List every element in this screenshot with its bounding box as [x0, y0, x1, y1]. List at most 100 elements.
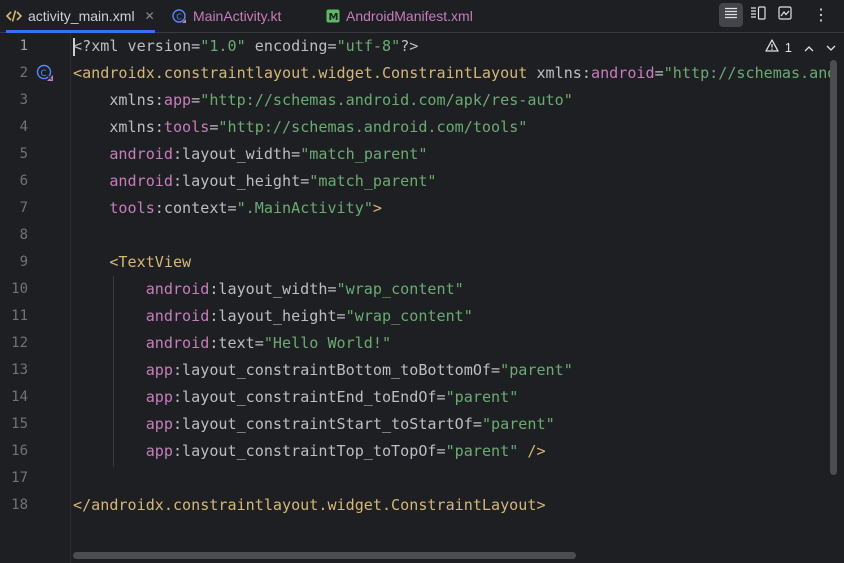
previous-highlight-icon[interactable] — [804, 40, 814, 55]
tab-android-manifest[interactable]: M AndroidManifest.xml — [326, 0, 473, 32]
manifest-icon: M — [326, 9, 340, 23]
close-icon[interactable]: ✕ — [145, 9, 155, 23]
line-number: 16 — [11, 443, 28, 459]
design-view-icon — [778, 5, 792, 25]
code-token: > — [372, 199, 382, 217]
code-token: <TextView — [73, 253, 192, 271]
split-view-icon — [750, 5, 766, 25]
code-token: :context — [154, 199, 228, 217]
line-number: 1 — [19, 38, 28, 54]
svg-text:C: C — [41, 69, 47, 79]
code-token: android — [73, 307, 210, 325]
code-token: xmlns: — [527, 64, 591, 82]
code-token: "parent" — [445, 442, 519, 460]
code-token: = — [327, 280, 337, 298]
code-token: android — [73, 280, 210, 298]
tab-main-activity[interactable]: C MainActivity.kt — [172, 0, 281, 32]
tab-label: MainActivity.kt — [193, 8, 282, 24]
xml-code-icon — [6, 9, 22, 23]
code-token: = — [336, 307, 346, 325]
svg-text:M: M — [329, 12, 339, 23]
code-line: <?xml version="1.0" encoding="utf-8"?> — [73, 33, 418, 60]
vertical-scrollbar[interactable] — [830, 60, 837, 475]
line-number: 18 — [11, 497, 28, 513]
code-token: android — [73, 334, 210, 352]
kotlin-class-icon: C — [172, 8, 187, 24]
more-vertical-icon: ⋮ — [813, 7, 829, 24]
code-token: android — [73, 145, 173, 163]
inspection-widget[interactable]: 1 — [765, 38, 836, 56]
line-number: 5 — [19, 146, 28, 162]
code-token: "parent" — [481, 415, 555, 433]
line-number: 17 — [11, 470, 28, 486]
code-token: :text — [209, 334, 255, 352]
code-token: "wrap_content" — [336, 280, 464, 298]
code-line: android:layout_height="wrap_content" — [73, 303, 473, 330]
code-token: = — [654, 64, 664, 82]
code-token: "http://schemas.android.com/apk/res-auto… — [200, 91, 573, 109]
activity-class-link-icon[interactable]: C — [36, 64, 54, 87]
more-options-button[interactable]: ⋮ — [809, 3, 833, 27]
code-token: = — [227, 199, 237, 217]
horizontal-scrollbar[interactable] — [73, 552, 576, 559]
code-token: /> — [518, 442, 546, 460]
next-highlight-icon[interactable] — [826, 40, 836, 55]
code-token: "Hello World!" — [263, 334, 392, 352]
code-token: = — [254, 334, 264, 352]
code-token: xmlns: — [73, 91, 164, 109]
editor-tab-bar: activity_main.xml ✕ C MainActivity.kt M … — [0, 0, 844, 33]
line-number: 2 — [19, 65, 28, 81]
code-token: ".MainActivity" — [236, 199, 373, 217]
code-token: = — [436, 442, 446, 460]
code-token: encoding — [245, 37, 328, 55]
code-token: "parent" — [445, 388, 519, 406]
code-token: "http://schemas.android.com/tools" — [218, 118, 528, 136]
code-line: app:layout_constraintBottom_toBottomOf="… — [73, 357, 573, 384]
code-token: app — [73, 442, 173, 460]
code-token: = — [472, 415, 482, 433]
code-token: = — [191, 37, 201, 55]
line-number: 15 — [11, 416, 28, 432]
code-token: :layout_constraintBottom_toBottomOf — [172, 361, 492, 379]
code-line: xmlns:tools="http://schemas.android.com/… — [73, 114, 527, 141]
code-token: android — [591, 64, 655, 82]
code-token: = — [327, 37, 337, 55]
code-token: tools — [73, 199, 155, 217]
code-line: app:layout_constraintTop_toTopOf="parent… — [73, 438, 546, 465]
code-token: app — [73, 361, 173, 379]
code-token: xml version — [91, 37, 192, 55]
code-editor[interactable]: <?xml version="1.0" encoding="utf-8"?> <a… — [72, 33, 832, 550]
svg-text:C: C — [176, 12, 182, 21]
code-token: :layout_width — [209, 280, 328, 298]
code-token: ?> — [400, 37, 419, 55]
line-number: 6 — [19, 173, 28, 189]
code-line: android:layout_width="wrap_content" — [73, 276, 464, 303]
code-token: app — [73, 415, 173, 433]
code-token: :layout_width — [172, 145, 292, 163]
code-line: tools:context=".MainActivity"> — [73, 195, 382, 222]
design-view-button[interactable] — [773, 3, 797, 27]
line-number: 13 — [11, 362, 28, 378]
code-token: "match_parent" — [300, 145, 428, 163]
code-token: = — [191, 91, 201, 109]
code-token: :layout_height — [209, 307, 337, 325]
code-token: :layout_constraintTop_toTopOf — [172, 442, 437, 460]
code-view-button[interactable] — [719, 3, 743, 27]
code-line: <TextView — [73, 249, 191, 276]
line-number: 3 — [19, 92, 28, 108]
code-token: :layout_height — [172, 172, 301, 190]
code-line: android:layout_width="match_parent" — [73, 141, 427, 168]
code-token: = — [436, 388, 446, 406]
code-token: </androidx.constraintlayout.widget.Const… — [73, 496, 546, 514]
line-number: 9 — [19, 254, 28, 270]
code-token: xmlns: — [73, 118, 164, 136]
line-number-gutter: 1 2 3 4 5 6 7 8 9 10 11 12 13 14 15 16 17 18 C — [0, 33, 71, 563]
code-token: android — [73, 172, 173, 190]
code-line: <androidx.constraintlayout.widget.Constr… — [73, 60, 832, 87]
code-line: android:layout_height="match_parent" — [73, 168, 436, 195]
split-view-button[interactable] — [746, 3, 770, 27]
text-caret — [73, 38, 75, 56]
tab-activity-main[interactable]: activity_main.xml ✕ — [6, 0, 155, 33]
warning-icon — [765, 39, 779, 55]
warning-count: 1 — [784, 39, 792, 55]
